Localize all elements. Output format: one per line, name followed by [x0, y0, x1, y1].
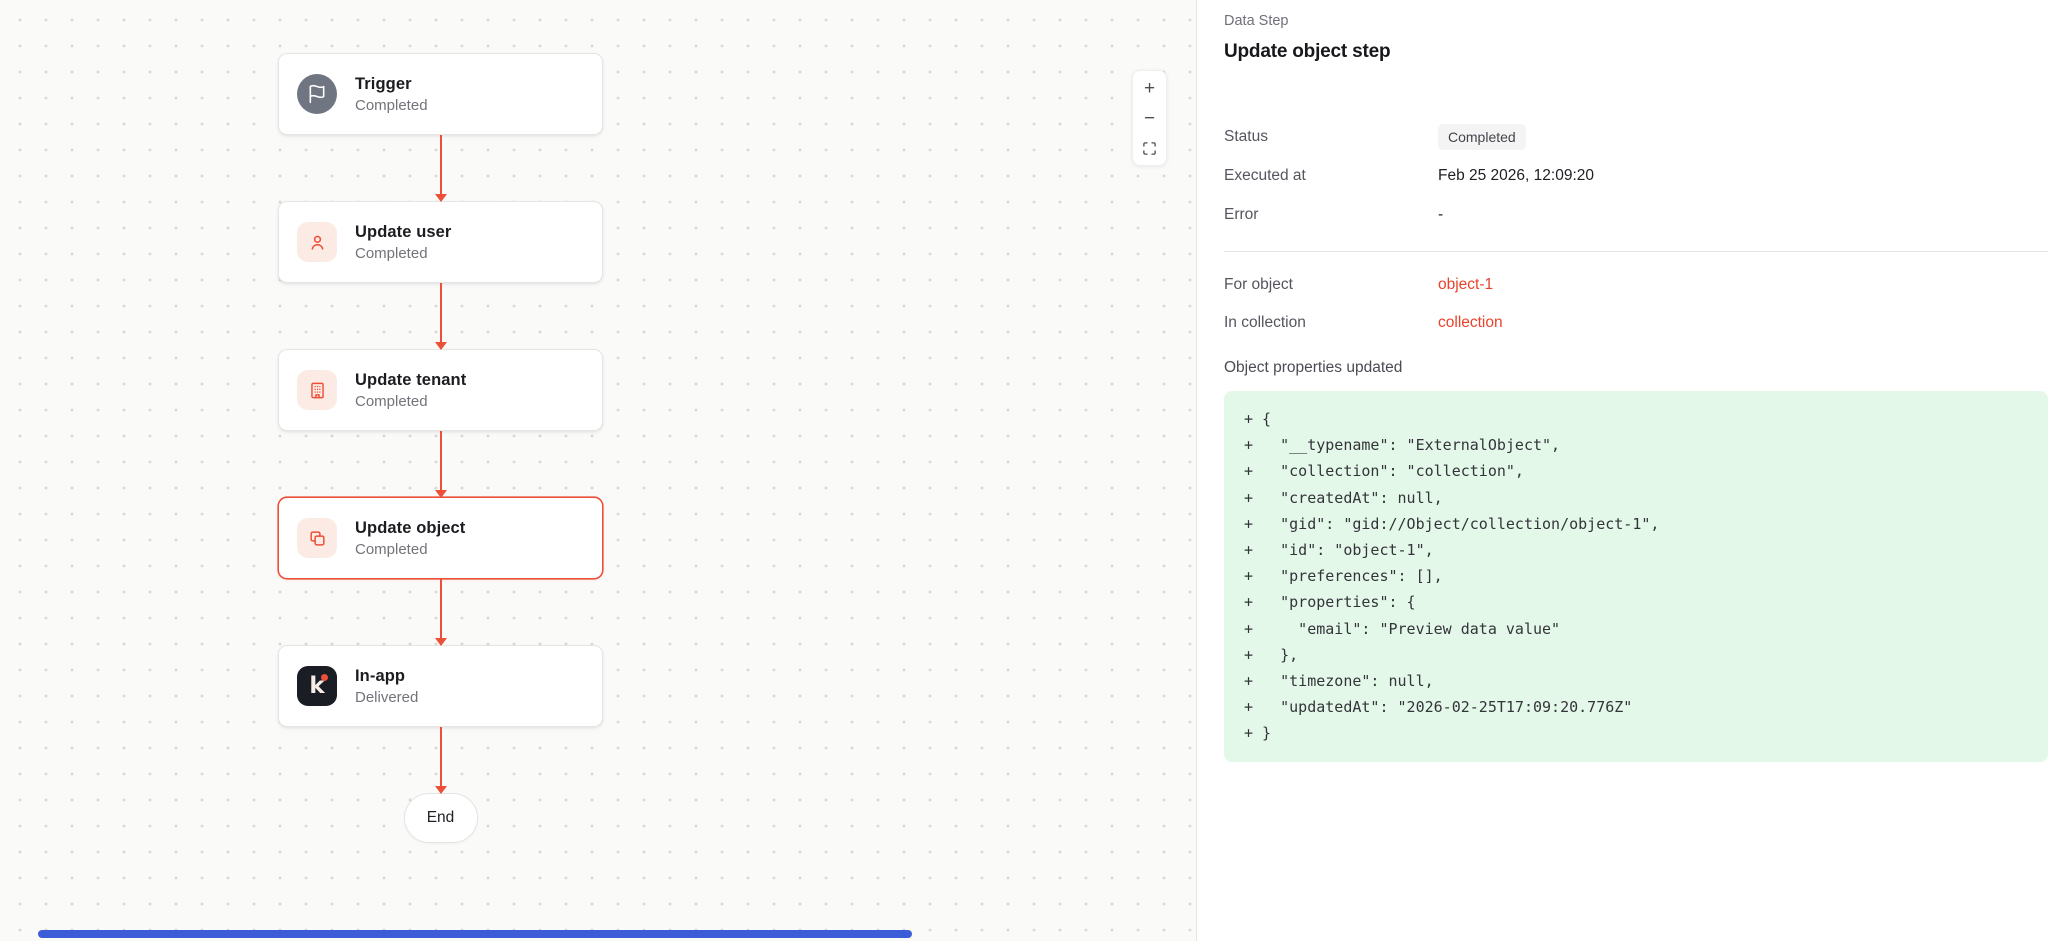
object-properties-diff: + {+ "__typename": "ExternalObject",+ "c… [1224, 391, 2048, 762]
flow-arrow [440, 135, 442, 201]
diff-line: + "__typename": "ExternalObject", [1244, 432, 2048, 458]
error-label: Error [1224, 206, 1438, 224]
flow-node-trigger[interactable]: Trigger Completed [278, 53, 603, 135]
zoom-toolbar: + − [1132, 70, 1167, 166]
step-details-panel: Data Step Update object step Status Comp… [1196, 0, 2048, 941]
flow-node-update-tenant[interactable]: Update tenant Completed [278, 349, 603, 431]
diff-line: + "preferences": [], [1244, 563, 2048, 589]
diff-line: + }, [1244, 642, 2048, 668]
diff-line: + "updatedAt": "2026-02-25T17:09:20.776Z… [1244, 694, 2048, 720]
end-node: End [404, 793, 478, 843]
knock-icon: k [297, 666, 337, 706]
workflow-run-view: Trigger Completed Update user Completed … [0, 0, 2048, 941]
diff-line: + "email": "Preview data value" [1244, 616, 2048, 642]
building-icon [297, 370, 337, 410]
flow-arrow [440, 727, 442, 793]
in-collection-label: In collection [1224, 314, 1438, 332]
diff-line: + "id": "object-1", [1244, 537, 2048, 563]
diff-line: + "createdAt": null, [1244, 485, 2048, 511]
diff-line: + } [1244, 720, 2048, 746]
object-link[interactable]: object-1 [1438, 276, 1493, 293]
executed-at-row: Executed at Feb 25 2026, 12:09:20 [1224, 156, 2048, 195]
plus-icon: + [1144, 79, 1155, 98]
node-status: Completed [355, 97, 428, 114]
flow-arrow [440, 283, 442, 349]
arrowhead-icon [435, 786, 447, 794]
status-row: Status Completed [1224, 117, 2048, 156]
for-object-label: For object [1224, 276, 1438, 294]
flow-node-update-user[interactable]: Update user Completed [278, 201, 603, 283]
flow-node-in-app[interactable]: k In-app Delivered [278, 645, 603, 727]
in-collection-row: In collection collection [1224, 304, 2048, 342]
minus-icon: − [1144, 109, 1155, 128]
status-badge: Completed [1438, 124, 1526, 150]
fit-view-icon [1142, 141, 1157, 156]
node-status: Completed [355, 393, 466, 410]
node-status: Completed [355, 245, 451, 262]
object-meta: For object object-1 In collection collec… [1224, 266, 2048, 342]
step-type-label: Data Step [1224, 12, 2048, 30]
zoom-out-button[interactable]: − [1133, 103, 1166, 133]
node-title: Update object [355, 519, 465, 538]
error-row: Error - [1224, 195, 2048, 234]
arrowhead-icon [435, 490, 447, 498]
flag-icon [297, 74, 337, 114]
diff-line: + { [1244, 406, 2048, 432]
executed-at-label: Executed at [1224, 167, 1438, 185]
diff-line: + "timezone": null, [1244, 668, 2048, 694]
zoom-in-button[interactable]: + [1133, 73, 1166, 103]
node-status: Delivered [355, 689, 418, 706]
flow-arrow [440, 579, 442, 645]
horizontal-scrollbar[interactable] [38, 930, 912, 938]
diff-line: + "gid": "gid://Object/collection/object… [1244, 511, 2048, 537]
workflow-canvas[interactable]: Trigger Completed Update user Completed … [0, 0, 1196, 941]
flow-arrow [440, 431, 442, 497]
page-title: Update object step [1224, 39, 2048, 65]
collection-link[interactable]: collection [1438, 314, 1503, 331]
diff-section-title: Object properties updated [1224, 358, 2048, 378]
fit-view-button[interactable] [1133, 133, 1166, 163]
end-node-label: End [427, 809, 455, 827]
diff-line: + "properties": { [1244, 589, 2048, 615]
flow-node-update-object[interactable]: Update object Completed [278, 497, 603, 579]
executed-at-value: Feb 25 2026, 12:09:20 [1438, 167, 1594, 185]
workflow-flow: Trigger Completed Update user Completed … [278, 53, 603, 843]
step-meta: Status Completed Executed at Feb 25 2026… [1224, 117, 2048, 234]
node-title: Trigger [355, 75, 428, 94]
divider [1224, 251, 2048, 252]
arrowhead-icon [435, 194, 447, 202]
node-status: Completed [355, 541, 465, 558]
arrowhead-icon [435, 342, 447, 350]
for-object-row: For object object-1 [1224, 266, 2048, 304]
copy-icon [297, 518, 337, 558]
node-title: In-app [355, 667, 418, 686]
node-title: Update tenant [355, 371, 466, 390]
error-value: - [1438, 206, 1443, 224]
node-title: Update user [355, 223, 451, 242]
arrowhead-icon [435, 638, 447, 646]
notification-dot [321, 674, 328, 681]
diff-line: + "collection": "collection", [1244, 458, 2048, 484]
status-label: Status [1224, 128, 1438, 146]
user-icon [297, 222, 337, 262]
